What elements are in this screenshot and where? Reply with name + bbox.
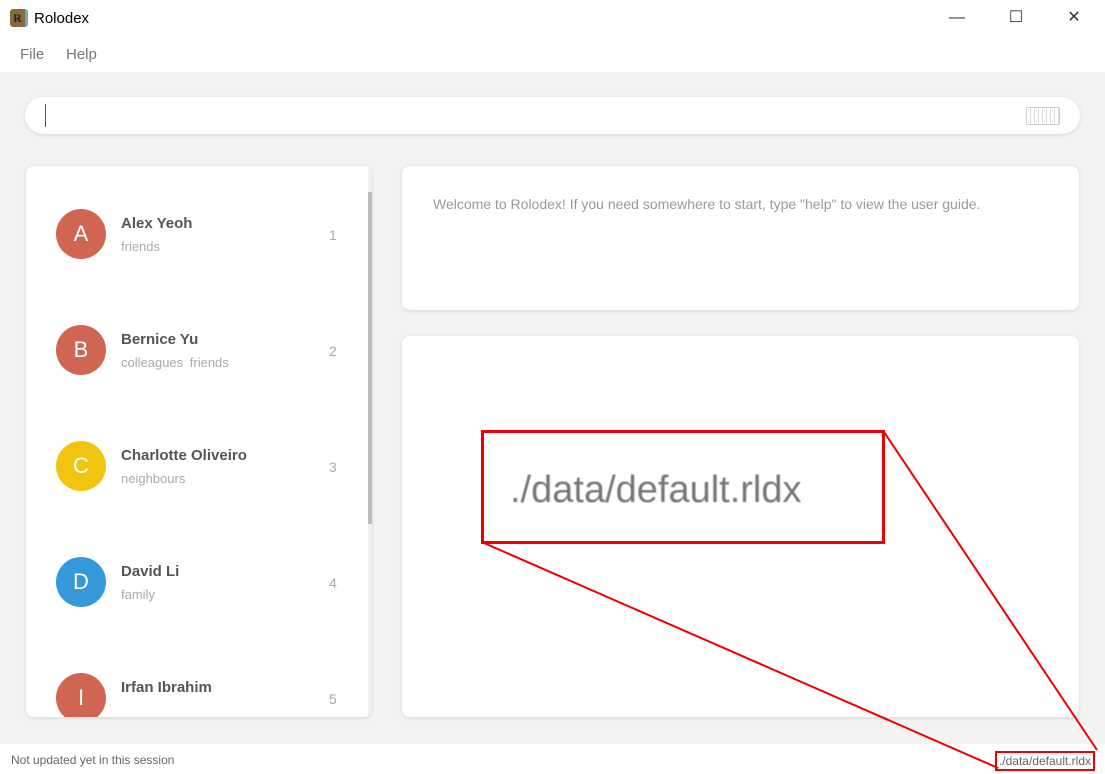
magnified-text: ./data/default.rldx: [510, 469, 802, 511]
callout-lines: [483, 431, 1098, 769]
magnified-callout: ./data/default.rldx: [481, 430, 885, 544]
